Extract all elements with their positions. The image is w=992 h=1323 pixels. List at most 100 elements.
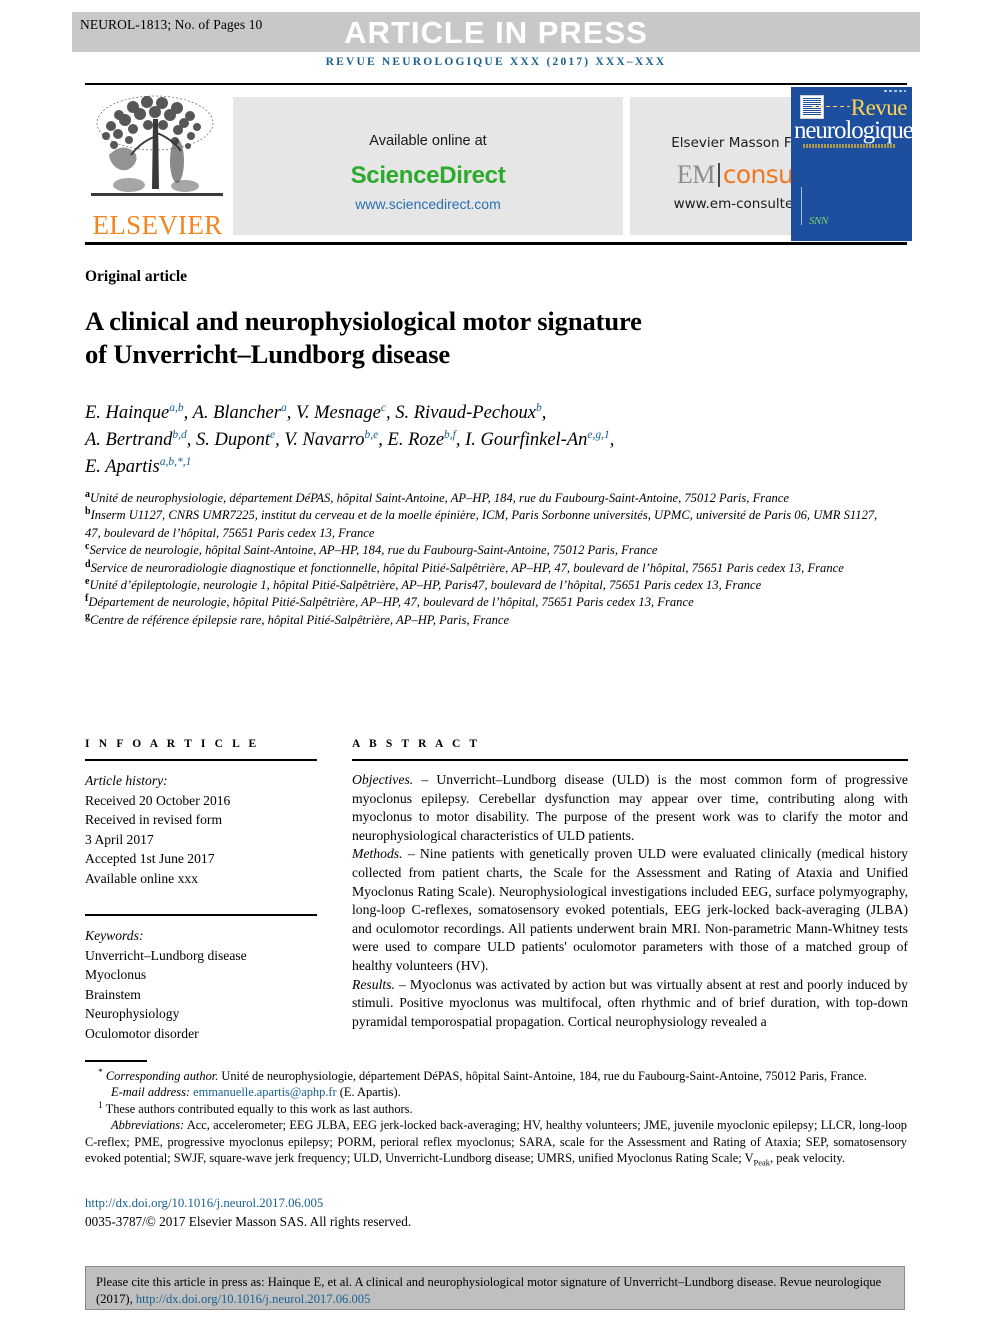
- abbreviations-label: Abbreviations:: [111, 1118, 185, 1133]
- keyword-item: Brainstem: [85, 986, 141, 1002]
- email-note: E-mail address: emmanuelle.apartis@aphp.…: [85, 1084, 907, 1100]
- author-separator: ,: [455, 430, 466, 450]
- corresponding-label: Corresponding author.: [105, 1069, 219, 1083]
- doi-link[interactable]: http://dx.doi.org/10.1016/j.neurol.2017.…: [85, 1196, 323, 1211]
- author-name: E. Apartis: [85, 457, 160, 477]
- affiliation-text: Département de neurologie, hôpital Pitié…: [88, 595, 694, 610]
- title-line-2: of Unverricht–Lundborg disease: [85, 339, 451, 369]
- manuscript-id: NEUROL-1813; No. of Pages 10: [80, 17, 263, 32]
- affiliation-text: Service de neurologie, hôpital Saint-Ant…: [89, 543, 658, 558]
- keywords-label: Keywords:: [85, 928, 144, 943]
- author-separator: ,: [609, 430, 615, 450]
- info-divider: [85, 759, 317, 761]
- article-history-item: 3 April 2017: [85, 831, 154, 847]
- equal-contribution-marker: 1: [98, 1100, 103, 1111]
- article-type-label: Original article: [85, 268, 188, 285]
- author-affiliation-marker: b,f: [444, 428, 456, 441]
- sciencedirect-url[interactable]: www.sciencedirect.com: [233, 196, 623, 212]
- author-name: S. Dupont: [195, 430, 270, 450]
- top-rule: [85, 83, 907, 85]
- bottom-rule: [85, 242, 907, 245]
- abstract-section: Objectives. – Unverricht–Lundborg diseas…: [352, 771, 908, 845]
- corresponding-author-note: * Corresponding author. Unité de neuroph…: [85, 1068, 907, 1084]
- article-history-item: Received 20 October 2016: [85, 792, 231, 808]
- abbreviations-tail: , peak velocity.: [770, 1151, 845, 1166]
- citation-doi-link[interactable]: http://dx.doi.org/10.1016/j.neurol.2017.…: [136, 1292, 371, 1306]
- email-label: E-mail address:: [111, 1085, 191, 1100]
- elsevier-tree-icon: [91, 95, 223, 196]
- affiliation-item: aUnité de neurophysiologie, département …: [85, 489, 885, 507]
- em-divider: [717, 163, 720, 187]
- author-name: V. Navarro: [284, 430, 365, 450]
- affiliation-text: Centre de référence épilepsie rare, hôpi…: [90, 612, 510, 627]
- elsevier-logo: ELSEVIER: [85, 89, 230, 241]
- affiliation-item: bInserm U1127, CNRS UMR7225, institut du…: [85, 507, 885, 542]
- email-address-link[interactable]: emmanuelle.apartis@aphp.fr: [193, 1085, 337, 1099]
- footnote-block: * Corresponding author. Unité de neuroph…: [85, 1068, 907, 1168]
- affiliation-list: aUnité de neurophysiologie, département …: [85, 489, 885, 629]
- author-name: V. Mesnage: [295, 403, 381, 423]
- affiliation-text: Service de neuroradiologie diagnostique …: [90, 560, 844, 575]
- author-name: E. Hainque: [85, 403, 170, 423]
- author-separator: ,: [183, 403, 193, 423]
- abbreviations-subscript: Peak: [753, 1157, 771, 1168]
- author-name: E. Roze: [387, 430, 445, 450]
- author-separator: ,: [186, 430, 196, 450]
- affiliation-text: Unité de neurophysiologie, département D…: [90, 491, 789, 505]
- keyword-item: Myoclonus: [85, 967, 147, 982]
- affiliation-item: dService de neuroradiologie diagnostique…: [85, 559, 885, 577]
- abstract-section-text: Nine patients with genetically proven UL…: [352, 846, 909, 973]
- author-affiliation-marker: a,b: [169, 401, 184, 414]
- available-online-label: Available online at: [369, 133, 487, 149]
- article-history-label: Article history:: [85, 773, 168, 788]
- affiliation-item: eUnité d’épileptologie, neurologie 1, hô…: [85, 576, 885, 594]
- equal-contribution-text: These authors contributed equally to thi…: [105, 1101, 413, 1116]
- article-first-page: ARTICLE IN PRESS NEUROL-1813; No. of Pag…: [0, 0, 992, 1323]
- cover-title-neurologique: neurologique: [794, 117, 912, 144]
- corresponding-marker: *: [98, 1067, 103, 1078]
- article-history-list: Received 20 October 2016 Received in revi…: [85, 791, 317, 889]
- journal-cover-thumbnail: Revue neurologique SNN: [791, 87, 912, 241]
- abstract-section: Methods. – Nine patients with geneticall…: [352, 845, 908, 975]
- keywords-block: Keywords: Unverricht–Lundborg disease Myo…: [85, 914, 317, 1043]
- abstract-divider: [352, 759, 908, 761]
- author-affiliation-marker: b,e: [364, 428, 379, 441]
- author-name: S. Rivaud-Pechoux: [395, 403, 536, 423]
- citation-text: Please cite this article in press as: Ha…: [86, 1267, 904, 1307]
- info-article-column: I N F O A R T I C L E Article history: R…: [85, 738, 317, 1043]
- page-title: A clinical and neurophysiological motor …: [85, 305, 875, 371]
- article-history-item: Available online xxx: [85, 870, 198, 886]
- author-affiliation-marker: b,d: [172, 428, 187, 441]
- abstract-body: Objectives. – Unverricht–Lundborg diseas…: [352, 771, 908, 1031]
- author-separator: ,: [541, 403, 547, 423]
- author-name: I. Gourfinkel-An: [465, 430, 588, 450]
- abstract-heading: A B S T R A C T: [352, 738, 481, 750]
- abstract-section-dash: –: [402, 846, 420, 862]
- equal-contribution-note: 1 These authors contributed equally to t…: [85, 1101, 907, 1117]
- cover-corner-mark: [884, 90, 906, 92]
- abbreviations-note: Abbreviations: Acc, accelerometer; EEG J…: [85, 1117, 907, 1168]
- affiliation-item: fDépartement de neurologie, hôpital Piti…: [85, 594, 885, 611]
- em-prefix: EM: [676, 160, 716, 189]
- abstract-section-text: Unverricht–Lundborg disease (ULD) is the…: [352, 772, 908, 843]
- author-separator: ,: [275, 430, 285, 450]
- keyword-item: Oculomotor disorder: [85, 1025, 199, 1041]
- author-affiliation-marker: e,g,1: [587, 428, 610, 441]
- publisher-strip: ELSEVIER Available online at ScienceDire…: [85, 87, 912, 241]
- cover-footer-mark: SNN: [809, 215, 828, 227]
- journal-running-head: REVUE NEUROLOGIQUE XXX (2017) XXX–XXX: [325, 56, 667, 68]
- abstract-section-dash: –: [413, 772, 437, 787]
- citation-box: Please cite this article in press as: Ha…: [85, 1266, 905, 1310]
- author-affiliation-marker: a,b,*,1: [159, 455, 192, 468]
- affiliation-item: cService de neurologie, hôpital Saint-An…: [85, 542, 885, 559]
- affiliation-item: gCentre de référence épilepsie rare, hôp…: [85, 611, 885, 629]
- title-line-1: A clinical and neurophysiological motor …: [85, 306, 642, 336]
- elsevier-wordmark: ELSEVIER: [92, 210, 223, 240]
- abstract-section-label: Objectives.: [352, 772, 414, 787]
- abstract-section-label: Results.: [352, 976, 395, 992]
- affiliation-text: Unité d’épileptologie, neurologie 1, hôp…: [89, 578, 762, 593]
- sciencedirect-wordmark: ScienceDirect: [350, 162, 506, 189]
- copyright-line: 0035-3787/© 2017 Elsevier Masson SAS. Al…: [85, 1214, 412, 1229]
- author-separator: ,: [378, 430, 388, 450]
- keyword-item: Unverricht–Lundborg disease: [85, 947, 247, 963]
